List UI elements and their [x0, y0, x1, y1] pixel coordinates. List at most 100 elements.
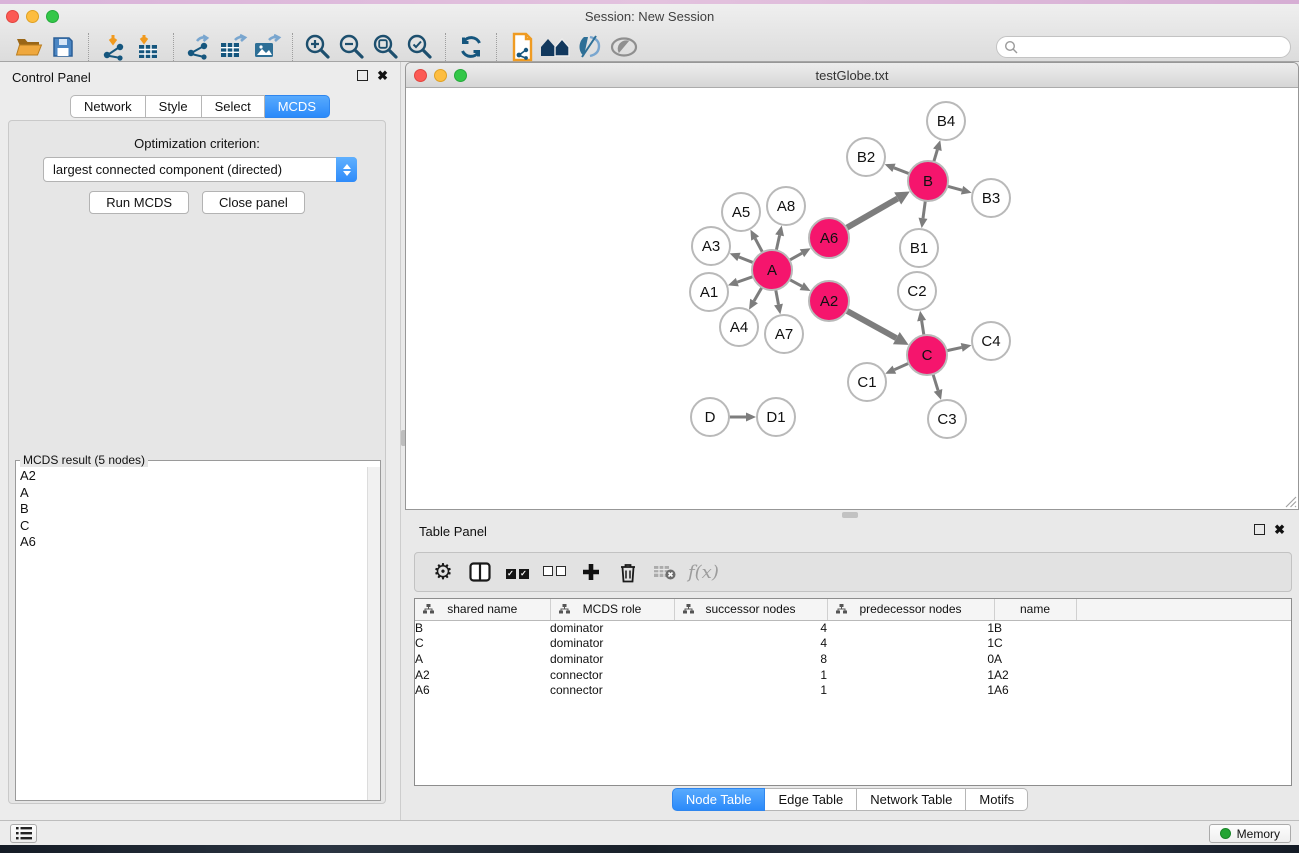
- zoom-fit-button[interactable]: [369, 31, 403, 63]
- float-panel-icon[interactable]: [357, 70, 368, 81]
- table-row[interactable]: A6connector11A6: [415, 682, 1291, 698]
- graph-edge[interactable]: [754, 287, 762, 301]
- zoom-in-button[interactable]: [301, 31, 335, 63]
- table-row[interactable]: Cdominator41C: [415, 636, 1291, 652]
- network-window-titlebar[interactable]: testGlobe.txt: [406, 63, 1298, 88]
- table-row[interactable]: A2connector11A2: [415, 667, 1291, 683]
- zoom-selected-button[interactable]: [403, 31, 437, 63]
- mcds-result-list[interactable]: A2ABCA6: [16, 467, 380, 552]
- graph-edge[interactable]: [737, 277, 753, 283]
- tab-style[interactable]: Style: [146, 95, 202, 118]
- search-input-wrap[interactable]: [996, 36, 1291, 58]
- graph-node-B[interactable]: B: [908, 161, 948, 201]
- graph-node-A8[interactable]: A8: [767, 187, 805, 225]
- graph-node-A6[interactable]: A6: [809, 218, 849, 258]
- graph-edge[interactable]: [847, 311, 897, 338]
- col-predecessor-nodes[interactable]: predecessor nodes: [827, 599, 994, 620]
- close-table-panel-icon[interactable]: ✖: [1274, 524, 1285, 535]
- graph-node-B3[interactable]: B3: [972, 179, 1010, 217]
- graph-node-C[interactable]: C: [907, 335, 947, 375]
- memory-button[interactable]: Memory: [1209, 824, 1291, 843]
- graph-edge[interactable]: [739, 257, 753, 263]
- show-hide-panels-button[interactable]: [539, 31, 573, 63]
- graph-node-A3[interactable]: A3: [692, 227, 730, 265]
- import-table-button[interactable]: [131, 31, 165, 63]
- graph-edge[interactable]: [934, 150, 938, 162]
- graph-node-A7[interactable]: A7: [765, 315, 803, 353]
- graph-node-B1[interactable]: B1: [900, 229, 938, 267]
- graph-edge[interactable]: [776, 235, 779, 250]
- run-mcds-button[interactable]: Run MCDS: [89, 191, 189, 214]
- float-table-panel-icon[interactable]: [1254, 524, 1265, 535]
- tab-mcds[interactable]: MCDS: [265, 95, 330, 118]
- graph-edge[interactable]: [894, 363, 908, 369]
- mcds-result-item[interactable]: B: [20, 501, 376, 518]
- table-row[interactable]: Adominator80A: [415, 651, 1291, 667]
- graph-edge[interactable]: [776, 290, 779, 305]
- graph-edge[interactable]: [790, 280, 802, 287]
- graph-node-D[interactable]: D: [691, 398, 729, 436]
- graph-node-A2[interactable]: A2: [809, 281, 849, 321]
- mcds-result-item[interactable]: A6: [20, 534, 376, 551]
- graph-node-A5[interactable]: A5: [722, 193, 760, 231]
- tab-edge-table[interactable]: Edge Table: [765, 788, 857, 811]
- task-history-button[interactable]: [10, 824, 37, 843]
- close-panel-button[interactable]: Close panel: [202, 191, 305, 214]
- delete-table-button[interactable]: [651, 557, 679, 587]
- graph-edge[interactable]: [947, 186, 962, 190]
- add-column-button[interactable]: [577, 557, 605, 587]
- import-network-button[interactable]: [97, 31, 131, 63]
- col-mcds-role[interactable]: MCDS role: [550, 599, 674, 620]
- export-table-button[interactable]: [216, 31, 250, 63]
- function-builder-button[interactable]: f(x): [688, 557, 719, 587]
- resize-grip-icon[interactable]: [1282, 493, 1297, 508]
- graph-node-D1[interactable]: D1: [757, 398, 795, 436]
- tab-motifs[interactable]: Motifs: [966, 788, 1028, 811]
- open-session-button[interactable]: [12, 31, 46, 63]
- deselect-all-button[interactable]: [540, 557, 568, 587]
- save-session-button[interactable]: [46, 31, 80, 63]
- new-network-from-selection-button[interactable]: [505, 31, 539, 63]
- show-columns-button[interactable]: [466, 557, 494, 587]
- graph-edge[interactable]: [923, 201, 925, 218]
- delete-column-button[interactable]: [614, 557, 642, 587]
- search-input[interactable]: [1018, 40, 1278, 54]
- tab-network-table[interactable]: Network Table: [857, 788, 966, 811]
- select-all-button[interactable]: ✓✓: [503, 557, 531, 587]
- graph-edge[interactable]: [894, 168, 909, 174]
- mcds-result-item[interactable]: A2: [20, 468, 376, 485]
- graph-edge[interactable]: [922, 321, 924, 336]
- result-scrollbar[interactable]: [367, 467, 380, 800]
- zoom-out-button[interactable]: [335, 31, 369, 63]
- graph-node-C1[interactable]: C1: [848, 363, 886, 401]
- graph-node-C3[interactable]: C3: [928, 400, 966, 438]
- network-canvas[interactable]: B4B2BB3A8A5A6A3B1AC2A1A2A4A7C4CC1DD1C3: [406, 88, 1298, 509]
- export-image-button[interactable]: [250, 31, 284, 63]
- graph-edge[interactable]: [933, 374, 938, 390]
- tab-select[interactable]: Select: [202, 95, 265, 118]
- col-shared-name[interactable]: shared name: [415, 599, 550, 620]
- show-hide-view-button[interactable]: [607, 31, 641, 63]
- graph-node-B4[interactable]: B4: [927, 102, 965, 140]
- graph-edge[interactable]: [947, 347, 962, 350]
- horizontal-splitter-handle[interactable]: [842, 512, 858, 518]
- mcds-result-item[interactable]: A: [20, 485, 376, 502]
- graph-node-B2[interactable]: B2: [847, 138, 885, 176]
- graph-node-A[interactable]: A: [752, 250, 792, 290]
- graph-edge[interactable]: [846, 198, 897, 228]
- close-panel-icon[interactable]: ✖: [377, 70, 388, 81]
- col-successor-nodes[interactable]: successor nodes: [674, 599, 827, 620]
- graph-edge[interactable]: [789, 253, 802, 260]
- graph-node-A4[interactable]: A4: [720, 308, 758, 346]
- export-network-button[interactable]: [182, 31, 216, 63]
- refresh-button[interactable]: [454, 31, 488, 63]
- table-row[interactable]: Bdominator41B: [415, 620, 1291, 636]
- tab-node-table[interactable]: Node Table: [672, 788, 766, 811]
- graph-node-C4[interactable]: C4: [972, 322, 1010, 360]
- table-settings-button[interactable]: ⚙: [429, 557, 457, 587]
- mcds-result-item[interactable]: C: [20, 518, 376, 535]
- show-graphics-details-button[interactable]: [573, 31, 607, 63]
- optimization-criterion-select[interactable]: largest connected component (directed): [43, 157, 357, 182]
- col-name[interactable]: name: [994, 599, 1076, 620]
- graph-node-A1[interactable]: A1: [690, 273, 728, 311]
